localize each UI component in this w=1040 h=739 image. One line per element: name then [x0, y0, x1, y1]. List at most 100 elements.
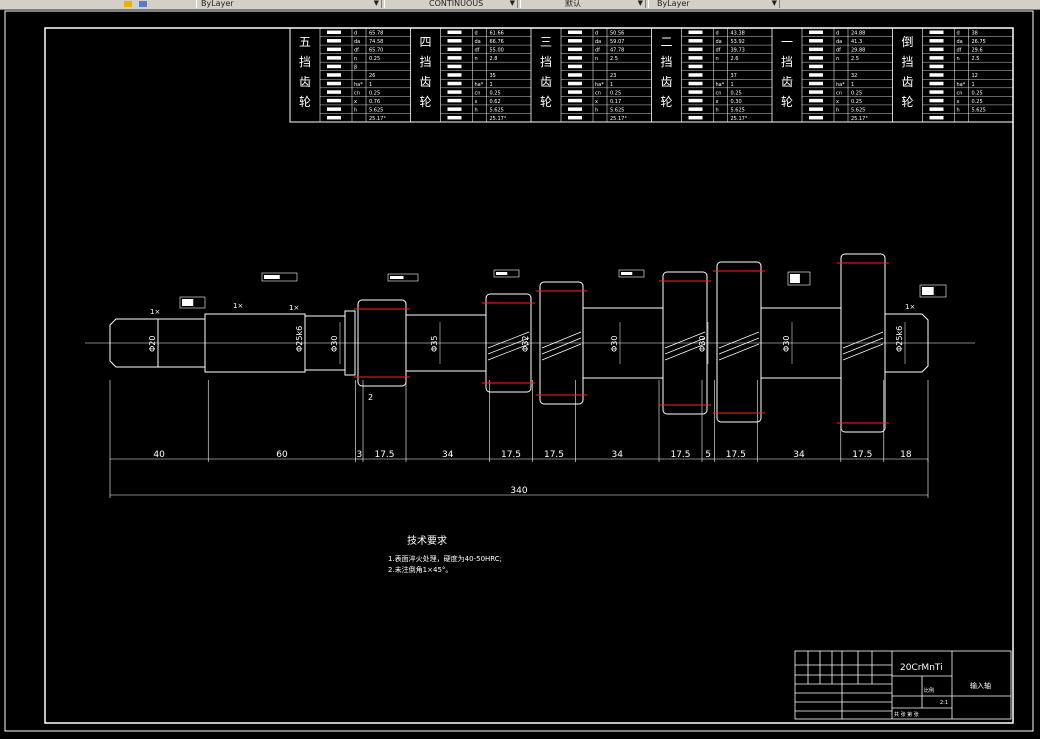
drawing-canvas[interactable]: 五挡齿轮 d 65.78 da 74.58 df 65.70 n 0.25 β 26 ha* 1 cn 0.…: [0, 9, 1040, 735]
gear-param-value: 5.625: [610, 107, 624, 113]
gear-param-name-bar: [568, 56, 582, 60]
gear-param-value: 0.62: [490, 99, 501, 105]
gear-1: [716, 261, 762, 423]
dim-value: 17.5: [852, 450, 872, 460]
helix-line: [541, 331, 582, 349]
gear-param-name-bar: [327, 73, 341, 77]
gear-param-value: 35: [490, 73, 496, 79]
helix-line: [541, 343, 582, 361]
gear-param-value: 39.73: [731, 48, 745, 54]
tolerance-frame-fill: [922, 287, 934, 295]
linetype-value: ByLayer: [201, 0, 234, 8]
gear-param-value: 0.25: [369, 56, 380, 62]
gear-param-name-bar: [568, 30, 582, 34]
gear-param-value: 2.5: [972, 56, 980, 62]
gear-param-name-bar: [327, 115, 341, 120]
gear-param-value: 1: [490, 82, 493, 88]
gear-param-symbol: da: [354, 39, 360, 45]
dim-value: 17.5: [544, 450, 564, 460]
gear-param-value: 0.25: [972, 99, 983, 105]
gear-param-value: 65.78: [369, 31, 383, 37]
gear-param-name-bar: [447, 56, 462, 60]
gear-param-value: 12: [972, 73, 978, 79]
gear-name-char: 一: [781, 35, 793, 49]
diameter-label: Φ30: [698, 336, 707, 352]
tech-req-title: 技术要求: [407, 534, 447, 547]
linetype-dropdown[interactable]: ByLayer ▼: [196, 0, 382, 8]
gear-param-symbol: df: [354, 48, 359, 54]
gear-name-char: 二: [661, 35, 673, 49]
gear-param-name-bar: [809, 39, 823, 43]
gear-param-name-bar: [327, 30, 341, 34]
gear-param-symbol: d: [595, 31, 598, 37]
gear-param-symbol: ha*: [595, 82, 604, 88]
gear-param-name-bar: [688, 98, 703, 103]
cad-drawing[interactable]: 五挡齿轮 d 65.78 da 74.58 df 65.70 n 0.25 β 26 ha* 1 cn 0.…: [0, 9, 1040, 735]
chevron-down-icon[interactable]: ▼: [772, 0, 777, 7]
gear-param-value: 2.6: [731, 56, 739, 62]
gear-param-value: 5.625: [972, 107, 986, 113]
chevron-down-icon[interactable]: ▼: [374, 0, 379, 7]
gear-param-value: 25.17°: [731, 116, 748, 122]
gear-name-char: 齿: [902, 75, 914, 89]
gear-param-value: 0.17: [610, 99, 621, 105]
gear-param-name-bar: [809, 81, 823, 86]
gear-name-char: 挡: [540, 55, 552, 69]
helix-line: [718, 337, 760, 355]
gear-param-name-bar: [809, 30, 823, 34]
gear-param-value: 25.17°: [851, 116, 868, 122]
gear-param-name-bar: [688, 81, 703, 86]
overall-dim-value: 340: [510, 486, 527, 496]
chamfer-label: 1×: [905, 303, 915, 311]
gear-name-char: 挡: [902, 55, 914, 69]
tech-req-item-1: 1.表面淬火处理，硬度为40-50HRC;: [388, 554, 502, 563]
gear-param-symbol: df: [957, 48, 962, 54]
gear-param-symbol: df: [595, 48, 600, 54]
chamfer-label: 1×: [233, 302, 243, 310]
color-value: CONTINUOUS: [429, 0, 484, 8]
tech-requirements: 技术要求 1.表面淬火处理，硬度为40-50HRC; 2.未注倒角1×45°。: [388, 534, 502, 574]
gear-param-value: 0.25: [610, 90, 621, 96]
gear-param-name-bar: [327, 98, 341, 103]
gear-param-symbol: x: [595, 99, 598, 105]
dim-value: 40: [153, 450, 165, 460]
layer-state-icon[interactable]: [124, 1, 132, 7]
gear-param-name-bar: [929, 30, 944, 34]
gear-param-value: 53.92: [731, 39, 745, 45]
gear-param-name-bar: [447, 107, 462, 111]
gear-param-value: 0.25: [851, 90, 862, 96]
gear-param-value: 74.58: [369, 39, 383, 45]
gear-param-value: 66.76: [490, 39, 504, 45]
gear-param-symbol: x: [957, 99, 960, 105]
gear-param-name-bar: [447, 81, 462, 86]
plotstyle-value: ByLayer: [657, 0, 690, 8]
plotstyle-dropdown[interactable]: ByLayer ▼: [648, 0, 780, 8]
gear-param-name-bar: [568, 47, 582, 52]
material-label: 20CrMnTi: [900, 663, 943, 673]
gear-param-name-bar: [809, 64, 823, 69]
gear-param-name-bar: [688, 73, 703, 77]
chevron-down-icon[interactable]: ▼: [510, 0, 515, 7]
helix-line: [718, 331, 760, 349]
gear-param-name-bar: [929, 47, 944, 52]
diameter-label: Φ25k6: [895, 326, 904, 352]
gear-param-symbol: cn: [957, 90, 963, 96]
gear-name-char: 轮: [902, 95, 914, 109]
gear-param-name-bar: [568, 64, 582, 69]
gear-param-name-bar: [688, 47, 703, 52]
gear-param-symbol: df: [716, 48, 721, 54]
layer-manager-icon[interactable]: [138, 1, 147, 7]
gear-param-name-bar: [447, 115, 462, 120]
gear-name-char: 轮: [420, 95, 432, 109]
gear-param-value: 1: [972, 82, 975, 88]
tolerance-frame-fill: [182, 299, 194, 306]
layer-icons[interactable]: [120, 0, 184, 8]
gear-param-value: 55.00: [490, 48, 504, 54]
color-dropdown[interactable]: CONTINUOUS ▼: [384, 0, 518, 8]
diameter-label: Φ25k6: [295, 326, 304, 352]
gear-param-symbol: x: [475, 99, 478, 105]
gear-param-name-bar: [929, 73, 944, 77]
lineweight-dropdown[interactable]: 默认 ▼: [520, 0, 646, 8]
gear-param-value: 26.75: [972, 39, 986, 45]
chevron-down-icon[interactable]: ▼: [638, 0, 643, 7]
